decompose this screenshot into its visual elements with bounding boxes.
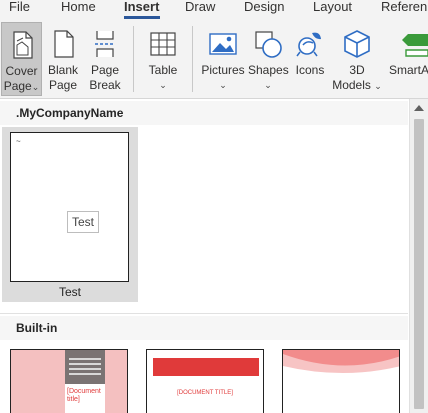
chevron-down-icon: ⌄ [31,82,40,92]
tab-design[interactable]: Design [244,0,284,18]
tab-draw[interactable]: Draw [185,0,215,18]
cover-page-icon [12,31,33,59]
gallery-tile-caption: Test [58,285,81,299]
chevron-down-icon: ⌄ [264,80,272,90]
table-button[interactable]: Table ⌄ [142,22,184,96]
shapes-label: Shapes [248,63,289,77]
page-break-button[interactable]: Page Break [85,22,125,96]
blank-page-button[interactable]: Blank Page [44,22,82,96]
icons-icon [296,32,321,57]
thumbnail-mark: ~ [16,137,21,146]
tab-file[interactable]: File [9,0,30,18]
page-break-icon [95,31,115,57]
smartart-label: SmartA [389,63,428,77]
cover-page-label-line1: Cover [5,64,38,78]
shapes-button[interactable]: Shapes ⌄ [248,22,289,96]
blank-page-label-line2: Page [48,78,78,92]
tile-decoration [65,350,105,384]
scroll-up-arrow-icon[interactable] [414,105,424,111]
pictures-button[interactable]: Pictures ⌄ [200,22,246,96]
icons-label: Icons [295,63,325,77]
builtin-cover-tile[interactable]: [DOCUMENT TITLE] [146,349,264,413]
table-icon [150,32,176,56]
3d-models-button[interactable]: 3D Models ⌄ [331,22,383,96]
cover-page-thumbnail[interactable]: ~ [10,132,129,282]
cover-page-label-line2: Page [3,79,32,93]
blank-page-icon [54,30,74,58]
smartart-icon [402,34,428,57]
tile-decoration [153,358,259,376]
builtin-cover-tile[interactable] [282,349,400,413]
3d-models-label-line2: Models [332,78,371,92]
ribbon-tab-strip: File Home Insert Draw Design Layout Refe… [0,0,428,20]
tile-decoration [105,350,127,413]
page-break-label-line2: Break [89,78,121,92]
cover-page-gallery: .MyCompanyName ~ Test Test Built-in [Doc… [0,99,428,413]
tile-decoration [283,350,399,373]
shapes-icon [255,31,282,58]
smartart-button[interactable]: SmartA [387,22,428,96]
tooltip: Test [67,211,99,233]
builtin-tile-title: [DOCUMENT TITLE] [177,390,233,396]
pictures-icon [209,33,237,55]
table-label: Table [148,63,178,77]
insert-ribbon: Cover Page⌄ Blank Page Page Break Table … [0,20,428,99]
3d-models-label-line1: 3D [349,63,365,77]
builtin-tile-title: [Document [67,388,101,395]
cover-page-button[interactable]: Cover Page⌄ [1,22,42,96]
chevron-down-icon: ⌄ [374,81,382,91]
scrollbar-thumb[interactable] [414,119,424,409]
pictures-label: Pictures [201,63,245,77]
ribbon-separator [133,26,134,92]
section-divider [0,313,408,314]
tile-decoration [11,350,65,413]
gallery-section-header: .MyCompanyName [0,101,408,125]
chevron-down-icon: ⌄ [219,80,227,90]
active-tab-indicator [124,16,160,19]
page-break-label-line1: Page [90,63,120,77]
builtin-cover-tile[interactable]: [Document title] [10,349,128,413]
cube-icon [344,30,370,58]
builtin-tile-subtitle: title] [67,396,80,403]
tab-references[interactable]: Referen [381,0,427,18]
ribbon-separator [192,26,193,92]
blank-page-label-line1: Blank [47,63,79,77]
gallery-scrollbar[interactable] [409,99,428,413]
chevron-down-icon: ⌄ [159,80,167,90]
gallery-section-header: Built-in [0,316,408,340]
icons-button[interactable]: Icons [291,22,329,96]
tab-layout[interactable]: Layout [313,0,352,18]
tab-home[interactable]: Home [61,0,96,18]
